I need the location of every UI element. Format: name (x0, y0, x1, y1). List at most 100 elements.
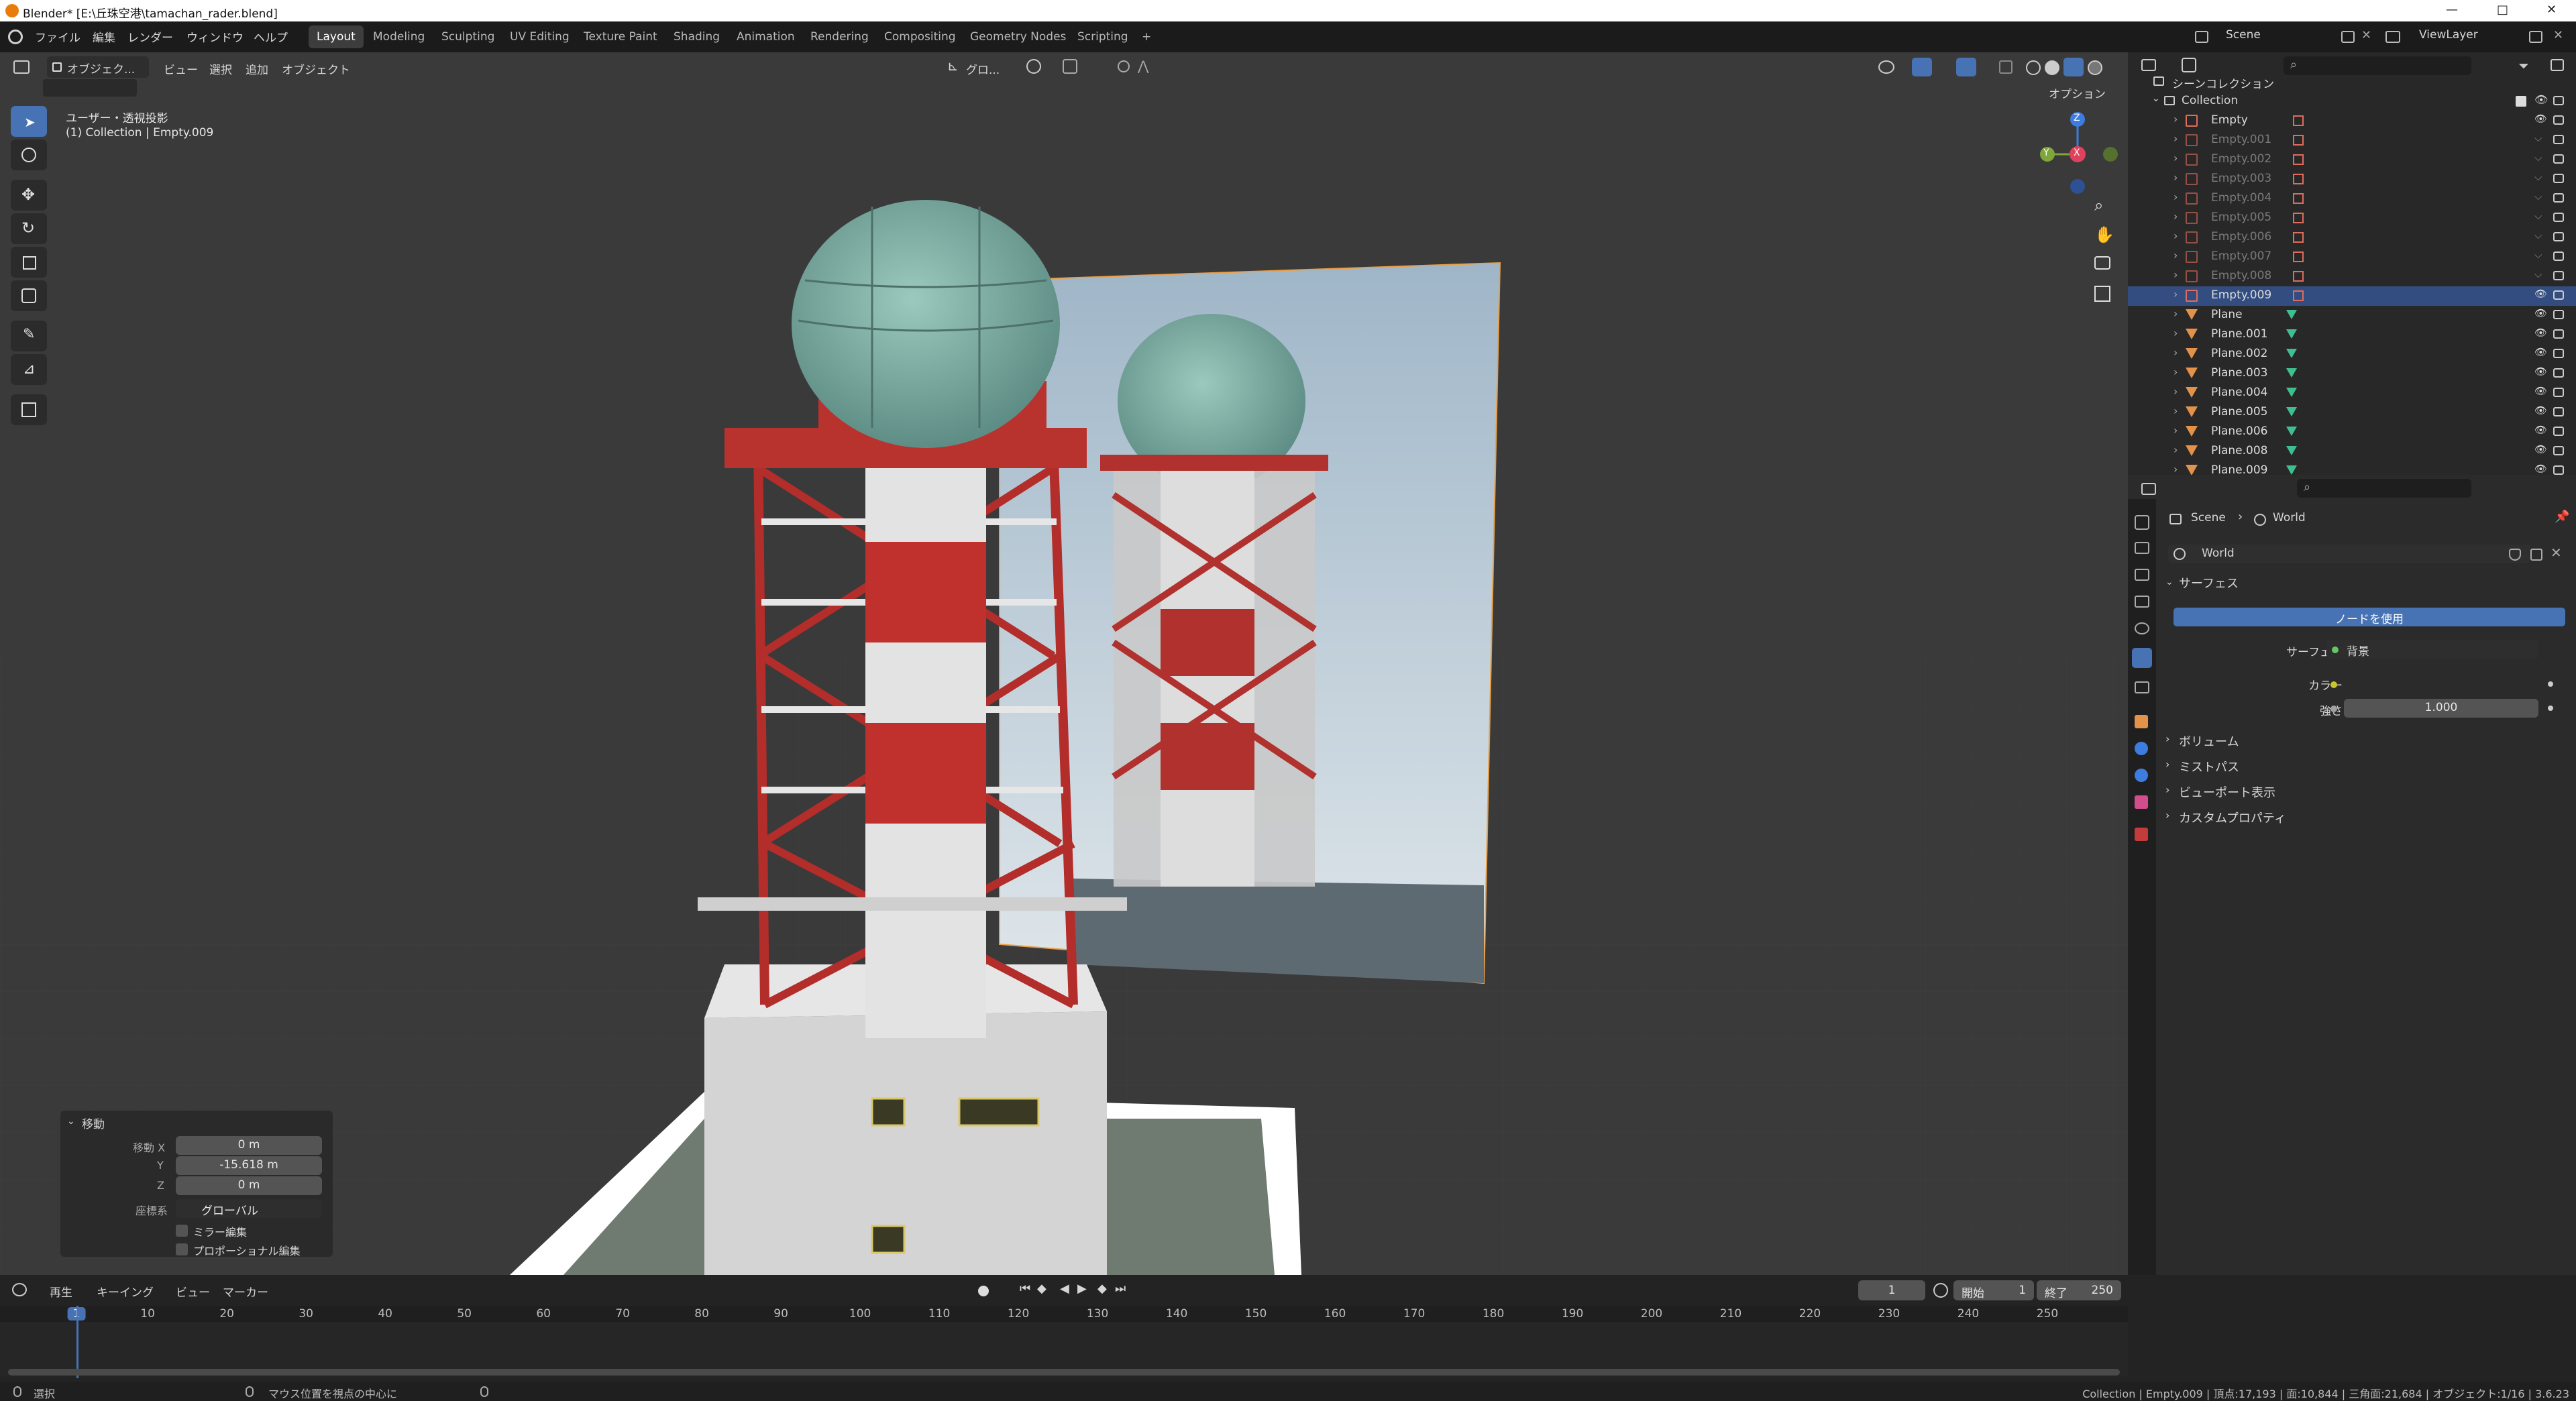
orientation-selector[interactable]: グローバル (176, 1199, 322, 1218)
visibility-eye-icon[interactable]: 👁 (2534, 443, 2547, 455)
mesh-data-icon[interactable] (2286, 388, 2297, 397)
outliner-item[interactable]: › Empty.001 ⌵ (2128, 131, 2576, 150)
outliner-item[interactable]: › Empty.004 ⌵ (2128, 189, 2576, 209)
image-data-icon[interactable] (2293, 193, 2304, 204)
visibility-eye-icon[interactable]: ⌵ (2534, 210, 2542, 222)
visibility-eye-icon[interactable]: 👁 (2534, 288, 2547, 300)
use-nodes-button[interactable]: ノードを使用 (2174, 608, 2565, 626)
perspective-grid-icon[interactable] (2094, 286, 2110, 302)
current-frame-field[interactable]: 1 (1858, 1280, 1925, 1300)
render-camera-icon[interactable] (2553, 349, 2564, 358)
color-swatch[interactable] (2344, 673, 2538, 692)
menu-file[interactable]: ファイル (35, 28, 80, 45)
mist-pass-panel-header[interactable]: ミストパス (2179, 758, 2239, 775)
move-tool-button[interactable]: ✥ (11, 180, 47, 211)
expand-chevron-icon[interactable]: › (2174, 229, 2178, 242)
editor-type-icon[interactable] (13, 60, 30, 74)
expand-chevron-icon[interactable]: › (2174, 463, 2178, 475)
tab-animation[interactable]: Animation (729, 25, 803, 48)
scene-selector[interactable]: Scene (2226, 28, 2320, 42)
tab-texture-paint[interactable]: Texture Paint (576, 25, 665, 48)
visibility-eye-icon[interactable]: 👁 (2534, 404, 2547, 416)
image-data-icon[interactable] (2293, 213, 2304, 223)
outliner-item[interactable]: › Empty.007 ⌵ (2128, 247, 2576, 267)
transform-tool-button[interactable] (11, 280, 47, 311)
color-keyframe-dot-icon[interactable] (2548, 681, 2553, 687)
menu-object[interactable]: オブジェクト (282, 60, 350, 77)
strength-keyframe-dot-icon[interactable] (2548, 706, 2553, 711)
visibility-eye-icon[interactable]: ⌵ (2534, 268, 2542, 280)
unlink-world-icon[interactable]: ✕ (2551, 545, 2562, 561)
output-tab-icon[interactable] (2135, 569, 2149, 581)
outliner-item[interactable]: › Plane.005 👁 (2128, 403, 2576, 423)
expand-chevron-icon[interactable]: › (2174, 288, 2178, 300)
snap-icon[interactable] (1063, 59, 1077, 74)
delete-scene-icon[interactable]: ✕ (2361, 28, 2371, 42)
shading-rendered-icon[interactable] (2088, 60, 2102, 75)
image-data-icon[interactable] (2293, 135, 2304, 146)
timeline-ruler[interactable]: 1102030405060708090100110120130140150160… (0, 1306, 2128, 1322)
strength-field[interactable]: 1.000 (2344, 699, 2538, 718)
expand-chevron-icon[interactable]: › (2174, 132, 2178, 145)
gizmo-toggle-icon[interactable] (1912, 58, 1932, 76)
select-mode-buttons[interactable] (43, 79, 137, 97)
rotate-tool-button[interactable]: ↻ (11, 213, 47, 244)
image-data-icon[interactable] (2293, 115, 2304, 126)
tab-rendering[interactable]: Rendering (802, 25, 877, 48)
timeline-editor-icon[interactable] (12, 1283, 27, 1296)
expand-chevron-icon[interactable]: › (2174, 249, 2178, 262)
expand-chevron-icon[interactable]: › (2174, 210, 2178, 223)
menu-add[interactable]: 追加 (246, 60, 268, 77)
world-datablock-selector[interactable]: World (2168, 545, 2530, 563)
expand-chevron-icon[interactable]: › (2174, 385, 2178, 398)
render-camera-icon[interactable] (2553, 213, 2564, 222)
record-button[interactable] (978, 1286, 989, 1296)
filter-icon[interactable]: ⏷ (2518, 58, 2529, 74)
camera-icon[interactable] (2094, 256, 2110, 270)
texture-tab-icon[interactable] (2135, 828, 2148, 841)
visibility-eye-icon[interactable]: ⌵ (2534, 249, 2542, 261)
add-cube-tool-button[interactable] (11, 394, 47, 425)
image-data-icon[interactable] (2293, 174, 2304, 184)
modifier-tab-icon[interactable] (2135, 742, 2148, 755)
visibility-eye-icon[interactable]: 👁 (2534, 424, 2547, 436)
render-camera-icon[interactable] (2553, 271, 2564, 280)
tab-uv-editing[interactable]: UV Editing (502, 25, 578, 48)
menu-select[interactable]: 選択 (209, 60, 232, 77)
new-scene-icon[interactable] (2341, 31, 2355, 43)
tab-geometry-nodes[interactable]: Geometry Nodes (962, 25, 1074, 48)
render-camera-icon[interactable] (2553, 135, 2564, 144)
mesh-data-icon[interactable] (2286, 349, 2297, 358)
tab-compositing[interactable]: Compositing (876, 25, 964, 48)
proportional-edit-icon[interactable] (1118, 60, 1130, 72)
tab-scripting[interactable]: Scripting (1069, 25, 1136, 48)
outliner-item[interactable]: › Plane.002 👁 (2128, 345, 2576, 364)
falloff-icon[interactable]: ⋀ (1138, 58, 1148, 74)
expand-chevron-icon[interactable]: › (2174, 113, 2178, 125)
outliner-item[interactable]: › Empty.003 ⌵ (2128, 170, 2576, 189)
select-tool-button[interactable]: ➤ (11, 106, 47, 137)
viewport-display-chevron-icon[interactable]: › (2165, 783, 2169, 796)
tab-modeling[interactable]: Modeling (365, 25, 433, 48)
shading-material-icon[interactable] (2063, 58, 2084, 76)
next-keyframe-icon[interactable]: ◆ (1097, 1282, 1107, 1296)
close-button[interactable]: ✕ (2546, 3, 2557, 17)
jump-start-icon[interactable]: ⏮ (1020, 1282, 1030, 1296)
move-y-field[interactable]: -15.618 m (176, 1156, 322, 1175)
outliner-scene-collection[interactable]: シーンコレクション (2128, 72, 2576, 92)
exclude-checkbox[interactable] (2516, 96, 2526, 107)
mesh-data-icon[interactable] (2286, 427, 2297, 436)
surface-panel-header[interactable]: サーフェス (2179, 574, 2239, 592)
mirror-checkbox[interactable] (176, 1225, 188, 1237)
image-data-icon[interactable] (2293, 251, 2304, 262)
collection-tab-icon[interactable] (2135, 681, 2149, 693)
blender-menu-icon[interactable] (8, 30, 23, 44)
world-tab-icon[interactable] (2132, 648, 2152, 668)
outliner-item[interactable]: › Plane.004 👁 (2128, 384, 2576, 403)
render-camera-icon[interactable] (2553, 154, 2564, 164)
outliner-item[interactable]: › Plane 👁 (2128, 306, 2576, 325)
visibility-eye-icon[interactable]: 👁 (2534, 463, 2547, 475)
render-camera-icon[interactable] (2553, 115, 2564, 125)
menu-marker[interactable]: マーカー (223, 1283, 268, 1300)
hand-pan-icon[interactable]: ✋ (2094, 225, 2114, 244)
